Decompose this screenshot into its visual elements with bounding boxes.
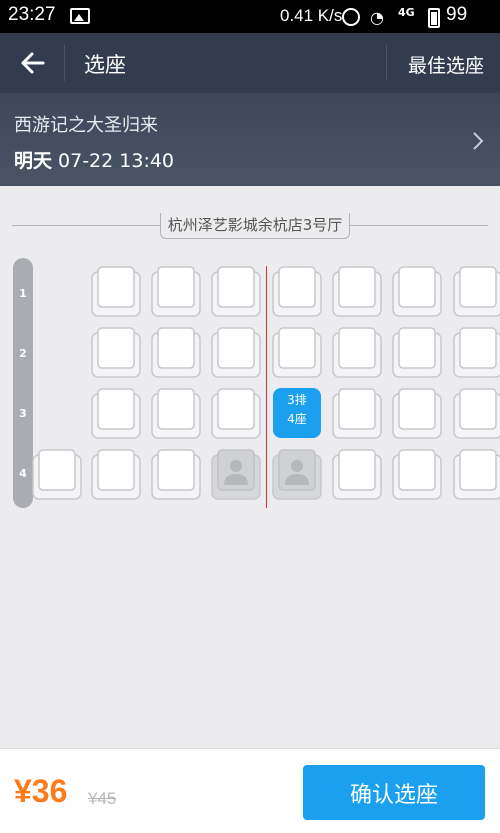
image-notification-icon bbox=[70, 8, 90, 24]
seat-available[interactable] bbox=[332, 388, 382, 440]
status-time: 23:27 bbox=[8, 4, 56, 25]
show-day: 明天 bbox=[14, 150, 53, 172]
page-title: 选座 bbox=[84, 53, 126, 77]
alarm-icon bbox=[342, 8, 360, 26]
network-speed: 0.41 K/s bbox=[280, 6, 343, 25]
show-datetime: 07-22 13:40 bbox=[58, 150, 175, 172]
seat-available[interactable] bbox=[211, 388, 261, 440]
screen-indicator: 杭州泽艺影城余杭店3号厅 bbox=[12, 213, 488, 239]
seat-available[interactable] bbox=[91, 327, 141, 379]
movie-title: 西游记之大圣归来 bbox=[14, 115, 158, 136]
hall-name: 杭州泽艺影城余杭店3号厅 bbox=[160, 213, 350, 239]
row-number: 1 bbox=[19, 287, 27, 300]
nav-bar: 选座 最佳选座 bbox=[0, 33, 500, 93]
seat-available[interactable] bbox=[453, 388, 500, 440]
seat-available[interactable] bbox=[32, 449, 82, 501]
battery-level: 99 bbox=[446, 4, 468, 25]
movie-info-bar[interactable]: 西游记之大圣归来 明天 07-22 13:40 bbox=[0, 93, 500, 186]
seat-available[interactable] bbox=[453, 266, 500, 318]
row-number: 4 bbox=[19, 467, 27, 480]
confirm-seat-button[interactable]: 确认选座 bbox=[303, 765, 485, 820]
seat-available[interactable] bbox=[332, 327, 382, 379]
row-number-strip: 1 2 3 4 bbox=[13, 258, 33, 508]
best-seat-button[interactable]: 最佳选座 bbox=[408, 51, 484, 78]
nav-divider bbox=[64, 45, 65, 81]
row-number: 2 bbox=[19, 347, 27, 360]
show-time: 明天 07-22 13:40 bbox=[14, 146, 174, 173]
seat-available[interactable] bbox=[392, 449, 442, 501]
original-price: ¥45 bbox=[88, 789, 117, 808]
ticket-price: ¥36 bbox=[14, 773, 68, 809]
checkout-bar: ¥36 ¥45 确认选座 bbox=[0, 748, 500, 833]
status-bar: 23:27 0.41 K/s ◔ 4G 99 bbox=[0, 0, 500, 33]
nav-divider bbox=[386, 45, 387, 81]
seat-available[interactable] bbox=[151, 327, 201, 379]
seat-available[interactable] bbox=[332, 266, 382, 318]
seat-available[interactable] bbox=[151, 266, 201, 318]
seat-available[interactable] bbox=[151, 449, 201, 501]
seat-available[interactable] bbox=[332, 449, 382, 501]
seat-available[interactable] bbox=[151, 388, 201, 440]
back-arrow-icon[interactable] bbox=[18, 48, 48, 78]
seat-available[interactable] bbox=[272, 266, 322, 318]
seat-available[interactable] bbox=[211, 327, 261, 379]
seat-available[interactable] bbox=[453, 449, 500, 501]
seat-available[interactable] bbox=[91, 449, 141, 501]
selected-seat-row: 3排 bbox=[287, 393, 307, 407]
seat-available[interactable] bbox=[211, 266, 261, 318]
center-line bbox=[266, 266, 267, 508]
seat-occupied bbox=[272, 449, 322, 501]
signal-4g-icon: 4G bbox=[398, 6, 415, 19]
chevron-right-icon bbox=[473, 132, 484, 150]
wifi-icon: ◔ bbox=[370, 8, 384, 27]
seat-available[interactable] bbox=[392, 388, 442, 440]
seat-available[interactable] bbox=[91, 266, 141, 318]
seat-available[interactable] bbox=[392, 266, 442, 318]
row-number: 3 bbox=[19, 407, 27, 420]
battery-icon bbox=[428, 8, 440, 28]
seat-available[interactable] bbox=[453, 327, 500, 379]
seat-available[interactable] bbox=[392, 327, 442, 379]
selected-seat-number: 4座 bbox=[287, 412, 307, 426]
seat-available[interactable] bbox=[272, 327, 322, 379]
seat-occupied bbox=[211, 449, 261, 501]
seat-available[interactable] bbox=[91, 388, 141, 440]
seat-selected[interactable]: 3排 4座 bbox=[272, 388, 322, 440]
selected-seat-label: 3排 4座 bbox=[273, 391, 321, 429]
